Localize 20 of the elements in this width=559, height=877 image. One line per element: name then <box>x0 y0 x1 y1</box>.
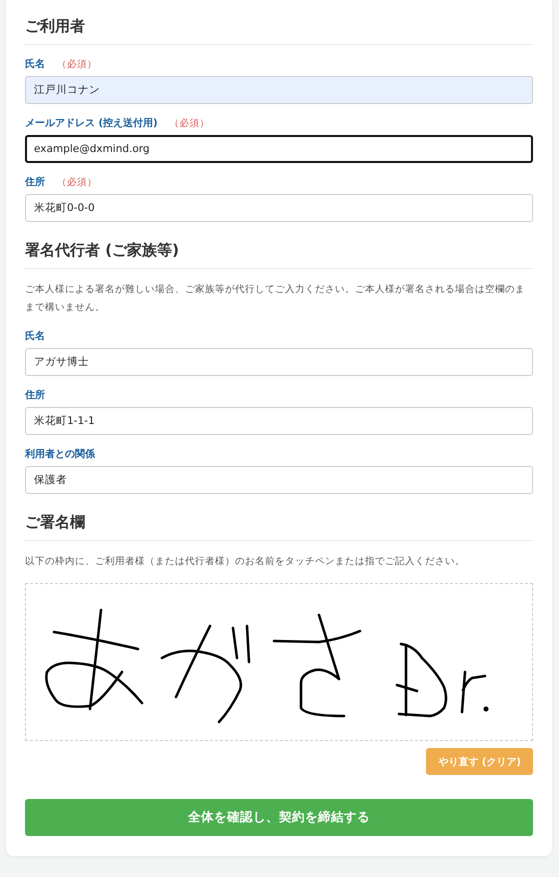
field-label: 氏名 <box>25 330 45 343</box>
input-field[interactable]: 保護者 <box>25 466 533 494</box>
section-heading: ご利用者 <box>25 12 533 45</box>
input-field[interactable]: アガサ博士 <box>25 348 533 376</box>
field-label: メールアドレス (控え送付用) <box>25 116 158 130</box>
input-field[interactable]: 米花町0-0-0 <box>25 194 533 222</box>
section-heading: 署名代行者 (ご家族等) <box>25 236 533 269</box>
required-mark: （必須） <box>57 176 97 189</box>
field-label: 住所 <box>25 176 45 189</box>
required-mark: （必須） <box>57 58 97 71</box>
section-heading: ご署名欄 <box>25 508 533 541</box>
required-mark: （必須） <box>170 117 210 130</box>
field-label: 利用者との関係 <box>25 448 95 461</box>
input-field[interactable]: 米花町1-1-1 <box>25 407 533 435</box>
input-field[interactable]: example@dxmind.org <box>25 135 533 163</box>
section-description: 以下の枠内に、ご利用者様（または代行者様）のお名前をタッチペンまたは指でご記入ください。 <box>25 555 466 569</box>
input-field[interactable]: 江戸川コナン <box>25 76 533 104</box>
section-description: ご本人様による署名が難しい場合、ご家族等が代行してご入力ください。ご本人様が署名される場合は空欄のままで構いません。 <box>25 283 526 315</box>
field-label: 氏名 <box>25 58 45 71</box>
field-label: 住所 <box>25 388 45 402</box>
